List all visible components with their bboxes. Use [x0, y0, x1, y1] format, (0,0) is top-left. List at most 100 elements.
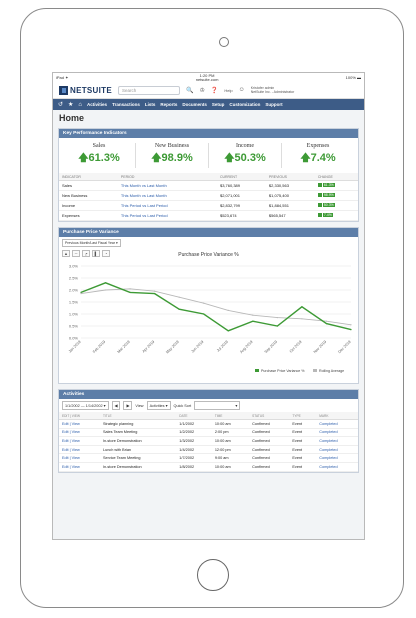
user-icon[interactable]: ☺ — [239, 87, 245, 93]
nav-support[interactable]: Support — [265, 102, 282, 107]
top-bar: NETSUITE Search 🔍 ♔ ❓ Help ☺ Kristofer a… — [53, 82, 364, 99]
mark-completed-link[interactable]: Completed — [316, 445, 358, 455]
netsuite-logo[interactable]: NETSUITE — [59, 85, 112, 95]
back-icon[interactable]: ↺ — [58, 101, 63, 108]
data-point — [325, 323, 328, 325]
activity-time: 10:00 am — [211, 419, 250, 429]
prev-button[interactable]: ◀ — [111, 401, 121, 410]
column-header[interactable]: CHANGE — [314, 173, 358, 181]
x-tick-label: May 2019 — [165, 340, 180, 355]
data-point — [129, 288, 131, 290]
activity-type: Event — [289, 419, 317, 429]
edit-view-link[interactable]: Edit | View — [59, 462, 100, 472]
column-header[interactable]: EDIT | VIEW — [59, 412, 100, 420]
bar-chart-icon[interactable]: ▌ — [92, 250, 100, 257]
edit-view-link[interactable]: Edit | View — [59, 419, 100, 429]
edit-view-link[interactable]: Edit | View — [59, 436, 100, 446]
area-chart-icon[interactable]: ▲ — [62, 250, 70, 257]
help-icon[interactable]: ❓ — [211, 87, 218, 94]
column-header[interactable]: STATUS — [249, 412, 290, 420]
data-point — [227, 330, 229, 332]
favorites-star-icon[interactable]: ★ — [68, 101, 73, 108]
column-header[interactable]: PREVIOUS — [265, 173, 315, 181]
data-point — [350, 324, 352, 326]
period-link[interactable]: This Period vs Last Period — [117, 200, 217, 211]
x-tick-label: Feb 2019 — [92, 340, 106, 354]
nav-lists[interactable]: Lists — [145, 102, 156, 107]
column-header[interactable]: PERIOD — [117, 173, 217, 181]
step-chart-icon[interactable]: ┍ — [82, 250, 90, 257]
search-icon[interactable]: 🔍 — [186, 87, 193, 94]
activity-date: 1/7/2002 — [176, 453, 212, 463]
mark-completed-link[interactable]: Completed — [316, 428, 358, 438]
column-header[interactable]: MARK — [316, 412, 358, 420]
line-chart-icon[interactable]: ∼ — [72, 250, 80, 257]
activity-date: 1/4/2002 — [176, 445, 212, 455]
period-link[interactable]: This Period vs Last Period — [117, 210, 217, 221]
change-badge: 98.9% — [317, 193, 335, 197]
recent-items-icon[interactable]: ♔ — [199, 87, 204, 94]
edit-view-link[interactable]: Edit | View — [59, 428, 100, 438]
activity-status: Confirmed — [249, 428, 290, 438]
period-link[interactable]: This Month vs Last Month — [117, 190, 217, 201]
kpi-label: Income — [236, 143, 254, 149]
activity-time: 12:00 pm — [211, 445, 250, 455]
search-input[interactable]: Search — [117, 85, 180, 95]
up-indicator-icon — [317, 193, 322, 197]
period-select[interactable]: Previous Month/Last Fiscal Year ▾ — [62, 239, 121, 247]
x-tick-label: Sep 2019 — [264, 340, 278, 354]
chevron-down-icon: ▾ — [115, 241, 118, 245]
edit-view-link[interactable]: Edit | View — [59, 453, 100, 463]
column-header[interactable]: TITLE — [99, 412, 177, 420]
data-point — [301, 306, 303, 308]
nav-documents[interactable]: Documents — [182, 102, 207, 107]
pie-chart-icon[interactable]: ◔ — [102, 250, 110, 257]
nav-setup[interactable]: Setup — [212, 102, 225, 107]
current-cell: $2,832,799 — [216, 200, 266, 211]
change-badge: 61.3% — [317, 183, 335, 187]
nav-reports[interactable]: Reports — [160, 102, 177, 107]
table-row: Edit | View Sales Team Meeting 1/2/2002 2:0… — [59, 428, 358, 438]
home-button[interactable] — [197, 559, 229, 591]
mark-completed-link[interactable]: Completed — [316, 436, 358, 446]
home-icon[interactable]: ⌂ — [78, 102, 82, 108]
column-header[interactable]: TYPE — [289, 412, 317, 420]
kpi-sales: Sales 🡅61.3% — [63, 143, 136, 168]
up-indicator-icon — [317, 183, 322, 187]
user-menu[interactable]: Kristofer admin NetSuite Inc. - Administ… — [251, 86, 295, 94]
activity-title: Lunch with Brian — [99, 445, 177, 455]
x-tick-label: Oct 2019 — [289, 340, 303, 354]
nav-transactions[interactable]: Transactions — [112, 102, 140, 107]
column-header[interactable]: DATE — [176, 412, 212, 420]
kpi-expenses: Expenses 🡅7.4% — [282, 143, 354, 168]
next-button[interactable]: ▶ — [123, 401, 133, 410]
date-range-select[interactable]: 1/1/2002 — 1/14/2002 ▾ — [62, 401, 109, 410]
view-select[interactable]: Activities ▾ — [146, 401, 171, 410]
period-link[interactable]: This Month vs Last Month — [117, 180, 217, 191]
mark-completed-link[interactable]: Completed — [316, 453, 358, 463]
nav-customization[interactable]: Customization — [229, 102, 260, 107]
edit-view-link[interactable]: Edit | View — [59, 445, 100, 455]
mark-completed-link[interactable]: Completed — [316, 462, 358, 472]
current-cell: $3,760,389 — [216, 180, 266, 191]
table-row: Income This Period vs Last Period $2,832… — [59, 200, 358, 211]
column-header[interactable]: INDICATOR — [59, 173, 118, 181]
table-row: Edit | View In-store Demonstration 1/8/200… — [59, 462, 358, 472]
x-tick-label: Jul 2019 — [216, 340, 229, 353]
indicator-cell: Expenses — [59, 210, 118, 221]
help-link[interactable]: Help — [224, 88, 232, 93]
logo-text: NETSUITE — [70, 85, 112, 95]
data-point — [80, 291, 82, 293]
y-tick-label: 1.5% — [69, 300, 79, 305]
nav-activities[interactable]: Activities — [87, 102, 107, 107]
mark-completed-link[interactable]: Completed — [316, 419, 358, 429]
table-row: Expenses This Period vs Last Period $523… — [59, 210, 358, 221]
column-header[interactable]: CURRENT — [216, 173, 266, 181]
activity-status: Confirmed — [249, 453, 290, 463]
quick-sort-select[interactable]: ▾ — [194, 401, 241, 410]
activity-type: Event — [289, 436, 317, 446]
data-point — [227, 309, 229, 311]
column-header[interactable]: TIME — [211, 412, 250, 420]
data-point — [104, 289, 107, 291]
activity-type: Event — [289, 453, 317, 463]
